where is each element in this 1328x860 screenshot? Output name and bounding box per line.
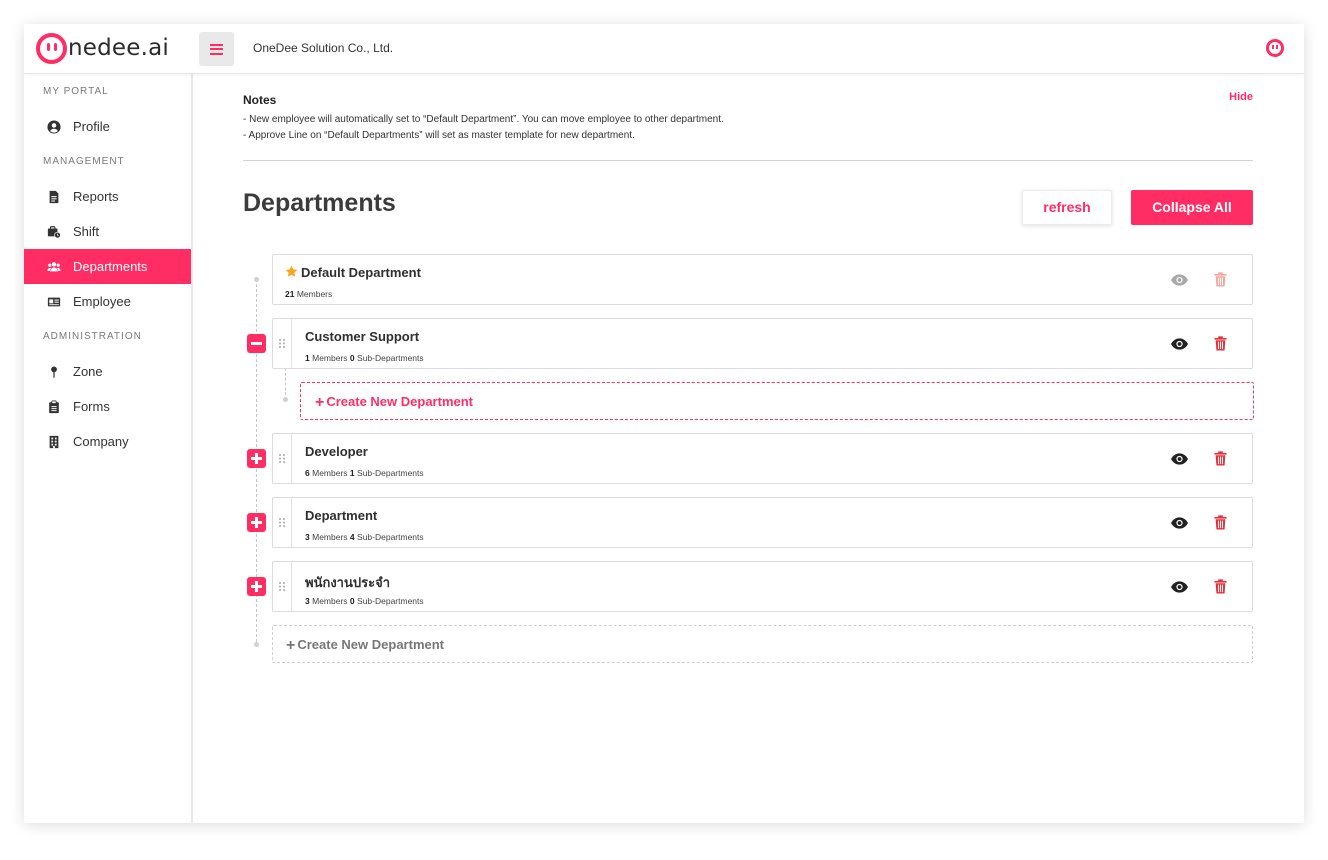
tree-dot [254,642,259,647]
sidebar-item-company[interactable]: Company [24,424,191,459]
refresh-button[interactable]: refresh [1022,190,1112,225]
sidebar-item-label: Employee [73,294,131,309]
sidebar-item-label: Profile [73,119,110,134]
section-label-management: MANAGEMENT [43,156,125,167]
department-row-developer[interactable]: Developer 6 Members 1 Sub-Departments [272,433,1253,484]
department-row-department[interactable]: Department 3 Members 4 Sub-Departments [272,497,1253,548]
sidebar-item-shift[interactable]: Shift [24,214,191,249]
department-meta: 1 Members 0 Sub-Departments [305,353,424,363]
notes-hide-link[interactable]: Hide [1229,91,1253,103]
sidebar-item-label: Shift [73,224,100,239]
view-icon[interactable] [1171,337,1188,350]
clipboard-icon [47,399,61,414]
expand-toggle-button[interactable] [247,449,266,468]
company-name: OneDee Solution Co., Ltd. [253,41,394,55]
department-name: Customer Support [305,329,420,344]
collapse-all-button[interactable]: Collapse All [1131,190,1253,225]
department-row-customer-support[interactable]: Customer Support 1 Members 0 Sub-Departm… [272,318,1253,369]
view-icon[interactable] [1171,580,1188,593]
briefcase-clock-icon [47,225,61,239]
department-meta: 6 Members 1 Sub-Departments [305,468,424,478]
logo-text: nedee.ai [68,35,170,61]
sidebar: MY PORTAL Profile MANAGEMENT Reports Shi… [24,74,193,823]
create-sub-department-button[interactable]: + Create New Department [300,382,1254,420]
view-icon[interactable] [1171,516,1188,529]
map-pin-icon [47,365,61,379]
note-line: - Approve Line on “Default Departments” … [243,130,635,141]
logo-face-icon [36,32,67,64]
user-circle-icon [47,119,61,134]
app-logo[interactable]: nedee.ai [36,32,170,64]
department-meta: 21 Members [285,289,333,299]
sidebar-item-employee[interactable]: Employee [24,284,191,319]
sidebar-item-zone[interactable]: Zone [24,354,191,389]
plus-icon: + [286,637,296,654]
delete-icon[interactable] [1214,336,1227,351]
sidebar-item-profile[interactable]: Profile [24,109,191,144]
sidebar-item-label: Forms [73,399,110,414]
view-icon[interactable] [1171,273,1188,286]
main-content: Notes Hide - New employee will automatic… [243,74,1254,823]
hamburger-icon [210,43,223,55]
drag-handle-icon[interactable] [273,562,292,611]
sidebar-item-forms[interactable]: Forms [24,389,191,424]
hamburger-menu-button[interactable] [199,32,234,66]
delete-icon[interactable] [1214,515,1227,530]
sidebar-item-label: Company [73,434,129,449]
tree-dot [254,277,259,282]
expand-toggle-button[interactable] [247,513,266,532]
delete-icon[interactable] [1214,451,1227,466]
create-department-label: + Create New Department [286,637,444,654]
create-sub-department-label: + Create New Department [315,394,473,411]
department-name: Department [305,508,378,523]
department-name: Default Department [285,265,421,280]
plus-icon: + [315,394,325,411]
sidebar-item-label: Departments [73,259,148,274]
department-meta: 3 Members 4 Sub-Departments [305,532,424,542]
department-meta: 3 Members 0 Sub-Departments [305,596,424,606]
expand-toggle-button[interactable] [247,577,266,596]
tree-dot [283,397,288,402]
create-department-button[interactable]: + Create New Department [272,625,1253,663]
app-window: nedee.ai OneDee Solution Co., Ltd. MY PO… [24,24,1304,823]
divider [243,160,1253,161]
section-label-my-portal: MY PORTAL [43,86,109,97]
department-row-permanent-staff[interactable]: พนักงานประจำ 3 Members 0 Sub-Departments [272,561,1253,612]
drag-handle-icon[interactable] [273,498,292,547]
user-avatar-icon[interactable] [1266,39,1284,57]
department-row-default[interactable]: Default Department 21 Members [272,254,1253,305]
drag-handle-icon[interactable] [273,319,292,368]
drag-handle-icon[interactable] [273,434,292,483]
page-title: Departments [243,189,396,217]
building-icon [47,435,61,449]
delete-icon[interactable] [1214,272,1227,287]
collapse-toggle-button[interactable] [247,334,266,353]
section-label-administration: ADMINISTRATION [43,331,142,342]
file-icon [47,190,61,204]
sidebar-item-departments[interactable]: Departments [24,249,191,284]
users-icon [47,260,61,274]
sidebar-item-reports[interactable]: Reports [24,179,191,214]
sidebar-item-label: Reports [73,189,119,204]
department-name: Developer [305,444,368,459]
star-icon [285,265,298,278]
sub-tree-connector-line [285,368,286,400]
top-bar: nedee.ai OneDee Solution Co., Ltd. [24,24,1304,74]
view-icon[interactable] [1171,452,1188,465]
id-card-icon [47,295,61,309]
delete-icon[interactable] [1214,579,1227,594]
note-line: - New employee will automatically set to… [243,114,724,125]
department-name: พนักงานประจำ [305,575,390,590]
sidebar-item-label: Zone [73,364,103,379]
notes-title: Notes [243,93,277,107]
